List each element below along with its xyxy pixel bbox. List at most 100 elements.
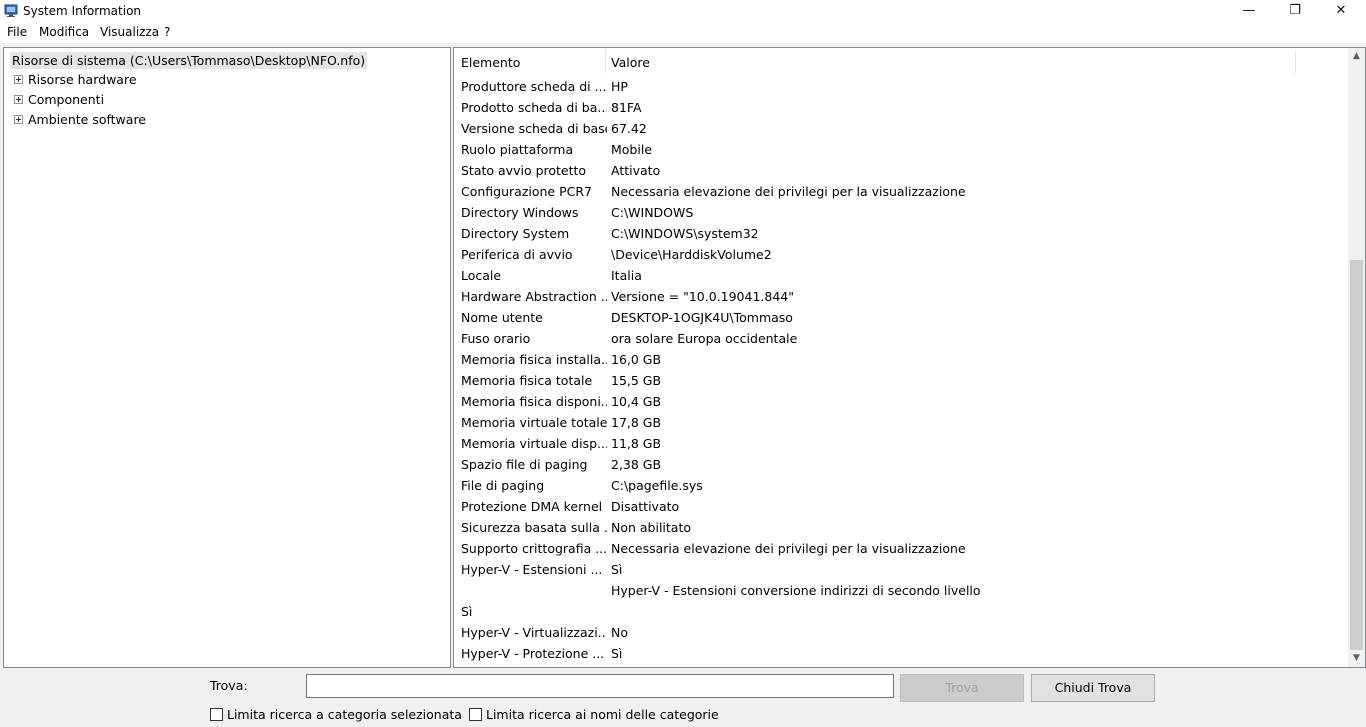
checkbox-box[interactable] <box>210 708 223 721</box>
cell-valore: 67.42 <box>611 121 647 136</box>
cell-valore: Hyper-V - Estensioni conversione indiriz… <box>611 583 981 598</box>
cell-elemento: Sì <box>461 604 473 619</box>
column-divider[interactable] <box>605 50 606 73</box>
expand-icon[interactable] <box>14 95 23 104</box>
cell-elemento: Directory System <box>461 226 570 241</box>
tree-item-ambiente-software[interactable]: Ambiente software <box>14 112 146 127</box>
cell-valore: Necessaria elevazione dei privilegi per … <box>611 541 966 556</box>
menu-bar: File Modifica Visualizza ? <box>0 24 1366 43</box>
table-row[interactable]: Protezione DMA kernel Disattivato <box>454 496 1347 517</box>
minimize-button[interactable]: — <box>1226 0 1272 24</box>
title-bar: System Information — ❐ ✕ <box>0 0 1366 24</box>
table-row[interactable]: Memoria virtuale disp... 11,8 GB <box>454 433 1347 454</box>
tree-item-componenti[interactable]: Componenti <box>14 92 104 107</box>
table-row[interactable]: Directory Windows C:\WINDOWS <box>454 202 1347 223</box>
details-list[interactable]: Elemento Valore Produttore scheda di ...… <box>453 47 1366 668</box>
menu-visualizza[interactable]: Visualizza <box>100 25 159 39</box>
close-button[interactable]: ✕ <box>1318 0 1364 24</box>
table-row[interactable]: Locale Italia <box>454 265 1347 286</box>
vertical-scrollbar[interactable]: ▲ ▼ <box>1348 48 1365 667</box>
table-row[interactable]: Ruolo piattaforma Mobile <box>454 139 1347 160</box>
cell-valore: Sì <box>611 562 623 577</box>
table-row[interactable]: Configurazione PCR7 Necessaria elevazione… <box>454 181 1347 202</box>
cell-elemento: Periferica di avvio <box>461 247 573 262</box>
table-row[interactable]: Memoria fisica disponi... 10,4 GB <box>454 391 1347 412</box>
menu-file[interactable]: File <box>7 25 27 39</box>
table-row[interactable]: File di paging C:\pagefile.sys <box>454 475 1347 496</box>
cell-valore: Versione = "10.0.19041.844" <box>611 289 794 304</box>
expand-icon[interactable] <box>14 115 23 124</box>
cell-elemento: Memoria fisica disponi... <box>461 394 607 409</box>
cell-valore: C:\WINDOWS <box>611 205 694 220</box>
table-row[interactable]: Memoria virtuale totale 17,8 GB <box>454 412 1347 433</box>
cell-elemento: File di paging <box>461 478 545 493</box>
limit-names-checkbox[interactable]: Limita ricerca ai nomi delle categorie <box>469 707 719 722</box>
cell-elemento: Nome utente <box>461 310 543 325</box>
cell-valore: Mobile <box>611 142 653 157</box>
table-row[interactable]: Periferica di avvio \Device\HarddiskVolum… <box>454 244 1347 265</box>
tree-item-label: Componenti <box>28 92 105 107</box>
column-header-elemento[interactable]: Elemento <box>461 55 520 70</box>
table-row[interactable]: Directory System C:\WINDOWS\system32 <box>454 223 1347 244</box>
cell-valore: Italia <box>611 268 642 283</box>
cell-valore: DESKTOP-1OGJK4U\Tommaso <box>611 310 793 325</box>
cell-valore: Attivato <box>611 163 661 178</box>
system-information-icon <box>4 4 18 17</box>
close-find-button[interactable]: Chiudi Trova <box>1031 674 1155 702</box>
column-header-valore[interactable]: Valore <box>611 55 650 70</box>
tree-root-item[interactable]: Risorse di sistema (C:\Users\Tommaso\Des… <box>10 52 368 69</box>
cell-valore: ora solare Europa occidentale <box>611 331 798 346</box>
table-row[interactable]: Hardware Abstraction ... Versione = "10.0… <box>454 286 1347 307</box>
table-row[interactable]: Supporto crittografia ... Necessaria elev… <box>454 538 1347 559</box>
limit-category-checkbox[interactable]: Limita ricerca a categoria selezionata <box>210 707 462 722</box>
cell-valore: 10,4 GB <box>611 394 662 409</box>
table-row[interactable]: Prodotto scheda di ba... 81FA <box>454 97 1347 118</box>
cell-elemento: Hardware Abstraction ... <box>461 289 607 304</box>
cell-valore: Sì <box>611 646 623 661</box>
cell-elemento: Spazio file di paging <box>461 457 588 472</box>
table-row[interactable]: Fuso orario ora solare Europa occidentale <box>454 328 1347 349</box>
tree-item-risorse-hardware[interactable]: Risorse hardware <box>14 72 137 87</box>
table-row[interactable]: Hyper-V - Estensioni conversione indiriz… <box>454 580 1347 601</box>
table-row[interactable]: Sicurezza basata sulla ... Non abilitato <box>454 517 1347 538</box>
find-input[interactable] <box>306 674 894 698</box>
checkbox-label: Limita ricerca a categoria selezionata <box>227 707 462 722</box>
cell-valore: No <box>611 625 628 640</box>
tree-item-label: Risorse hardware <box>28 72 137 87</box>
cell-valore: Necessaria elevazione dei privilegi per … <box>611 184 966 199</box>
category-tree[interactable]: Risorse di sistema (C:\Users\Tommaso\Des… <box>3 47 451 668</box>
scroll-up-icon[interactable]: ▲ <box>1348 48 1365 65</box>
cell-valore: HP <box>611 79 628 94</box>
table-row[interactable]: Hyper-V - Virtualizzazi... No <box>454 622 1347 643</box>
column-divider[interactable] <box>1295 50 1296 73</box>
tree-item-label: Ambiente software <box>28 112 146 127</box>
table-row[interactable]: Hyper-V - Protezione ... Sì <box>454 643 1347 664</box>
table-row[interactable]: Stato avvio protetto Attivato <box>454 160 1347 181</box>
cell-valore: 11,8 GB <box>611 436 662 451</box>
scrollbar-thumb[interactable] <box>1350 260 1363 650</box>
cell-elemento: Hyper-V - Protezione ... <box>461 646 605 661</box>
cell-elemento: Supporto crittografia ... <box>461 541 607 556</box>
table-row[interactable]: Nome utente DESKTOP-1OGJK4U\Tommaso <box>454 307 1347 328</box>
cell-elemento: Fuso orario <box>461 331 531 346</box>
find-button[interactable]: Trova <box>900 674 1024 702</box>
table-row[interactable]: Memoria fisica installa... 16,0 GB <box>454 349 1347 370</box>
cell-elemento: Produttore scheda di ... <box>461 79 607 94</box>
scroll-down-icon[interactable]: ▼ <box>1348 650 1365 667</box>
cell-valore: Non abilitato <box>611 520 692 535</box>
cell-valore: 16,0 GB <box>611 352 662 367</box>
table-row[interactable]: Versione scheda di base 67.42 <box>454 118 1347 139</box>
menu-modifica[interactable]: Modifica <box>39 25 89 39</box>
maximize-button[interactable]: ❐ <box>1272 0 1318 24</box>
table-row[interactable]: Sì <box>454 601 1347 622</box>
expand-icon[interactable] <box>14 75 23 84</box>
table-row[interactable]: Spazio file di paging 2,38 GB <box>454 454 1347 475</box>
cell-valore: C:\WINDOWS\system32 <box>611 226 759 241</box>
menu-help[interactable]: ? <box>164 25 170 39</box>
table-row[interactable]: Hyper-V - Estensioni ... Sì <box>454 559 1347 580</box>
table-row[interactable]: Memoria fisica totale 15,5 GB <box>454 370 1347 391</box>
checkbox-box[interactable] <box>469 708 482 721</box>
cell-valore: C:\pagefile.sys <box>611 478 703 493</box>
window-title: System Information <box>23 4 142 18</box>
table-row[interactable]: Produttore scheda di ... HP <box>454 76 1347 97</box>
